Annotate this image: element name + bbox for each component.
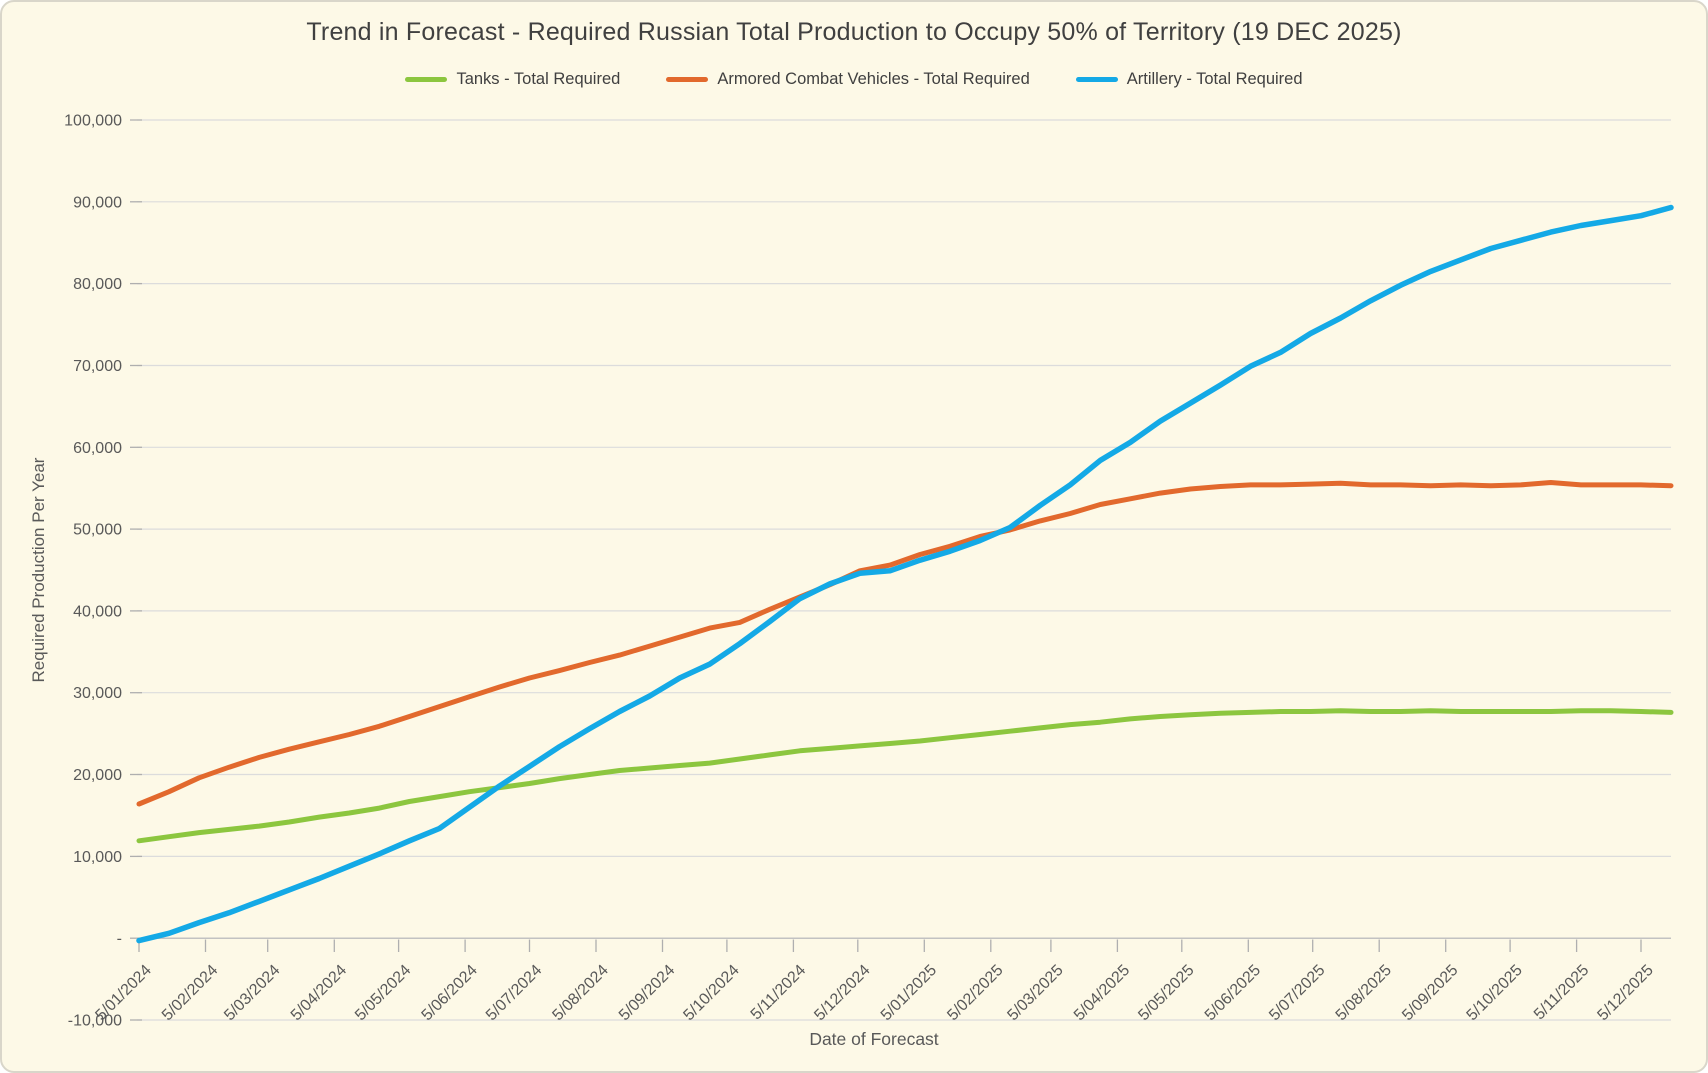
x-axis-tick-label: 5/09/2025 [1399,962,1461,1024]
y-axis-tick-label: 100,000 [64,113,122,130]
x-axis-tick-label: 5/07/2024 [483,962,545,1024]
y-axis-tick-label: 50,000 [73,522,122,539]
plot-area: 100,000 90,000 80,000 70,000 60,000 50,000 40,… [29,113,1674,1049]
x-axis-tick-label: 5/07/2025 [1266,962,1328,1024]
x-axis-tick-label: 5/10/2025 [1464,962,1526,1024]
x-axis-tick-label: 5/05/2024 [352,962,414,1024]
x-axis-tick-label: 5/09/2024 [616,962,678,1024]
y-axis-tick-labels: 100,000 90,000 80,000 70,000 60,000 50,000 40,… [64,113,122,1030]
y-axis-title: Required Production Per Year [29,457,48,682]
x-axis-tick-labels: 5/01/2024 5/02/2024 5/03/2024 5/04/2024 5/05… [92,962,1656,1024]
x-axis-ticks [138,939,1642,952]
series-line-artillery[interactable] [136,204,1674,944]
x-axis-tick-label: 5/12/2024 [811,962,873,1024]
y-axis-tick-label: 10,000 [73,849,122,866]
y-axis-tick-label: 30,000 [73,685,122,702]
y-axis-tick-label: 60,000 [73,440,122,457]
x-axis-title: Date of Forecast [809,1029,938,1049]
excel-chart: Trend in Forecast - Required Russian Tot… [0,0,1708,1073]
x-axis-tick-label: 5/08/2025 [1333,962,1395,1024]
x-axis-tick-label: 5/11/2024 [748,962,810,1024]
y-axis-ticks [130,119,142,1021]
x-axis-tick-label: 5/01/2024 [92,962,154,1024]
y-axis-tick-label: - [117,931,122,948]
y-axis-tick-label: 70,000 [73,358,122,375]
x-axis-tick-label: 5/04/2024 [288,962,350,1024]
x-axis-tick-label: 5/08/2024 [549,962,611,1024]
x-axis-tick-label: 5/05/2025 [1135,962,1197,1024]
x-axis-tick-label: 5/04/2025 [1071,962,1133,1024]
y-axis-tick-label: 90,000 [73,194,122,211]
x-axis-tick-label: 5/03/2025 [1004,962,1066,1024]
x-axis-tick-label: 5/11/2025 [1531,962,1593,1024]
gridlines [137,119,1671,1021]
x-axis-tick-label: 5/02/2025 [944,962,1006,1024]
y-axis-tick-label: 40,000 [73,603,122,620]
x-axis-tick-label: 5/01/2025 [878,962,940,1024]
y-axis-tick-label: 20,000 [73,767,122,784]
x-axis-tick-label: 5/10/2024 [680,962,742,1024]
x-axis-tick-label: 5/02/2024 [159,962,221,1024]
x-axis-tick-label: 5/06/2024 [419,962,481,1024]
x-axis-tick-label: 5/03/2024 [221,962,283,1024]
series-lines [136,204,1674,944]
x-axis-tick-label: 5/12/2025 [1594,962,1656,1024]
series-line-armored[interactable] [136,480,1674,807]
y-axis-tick-label: 80,000 [73,276,122,293]
x-axis-tick-label: 5/06/2025 [1202,962,1264,1024]
